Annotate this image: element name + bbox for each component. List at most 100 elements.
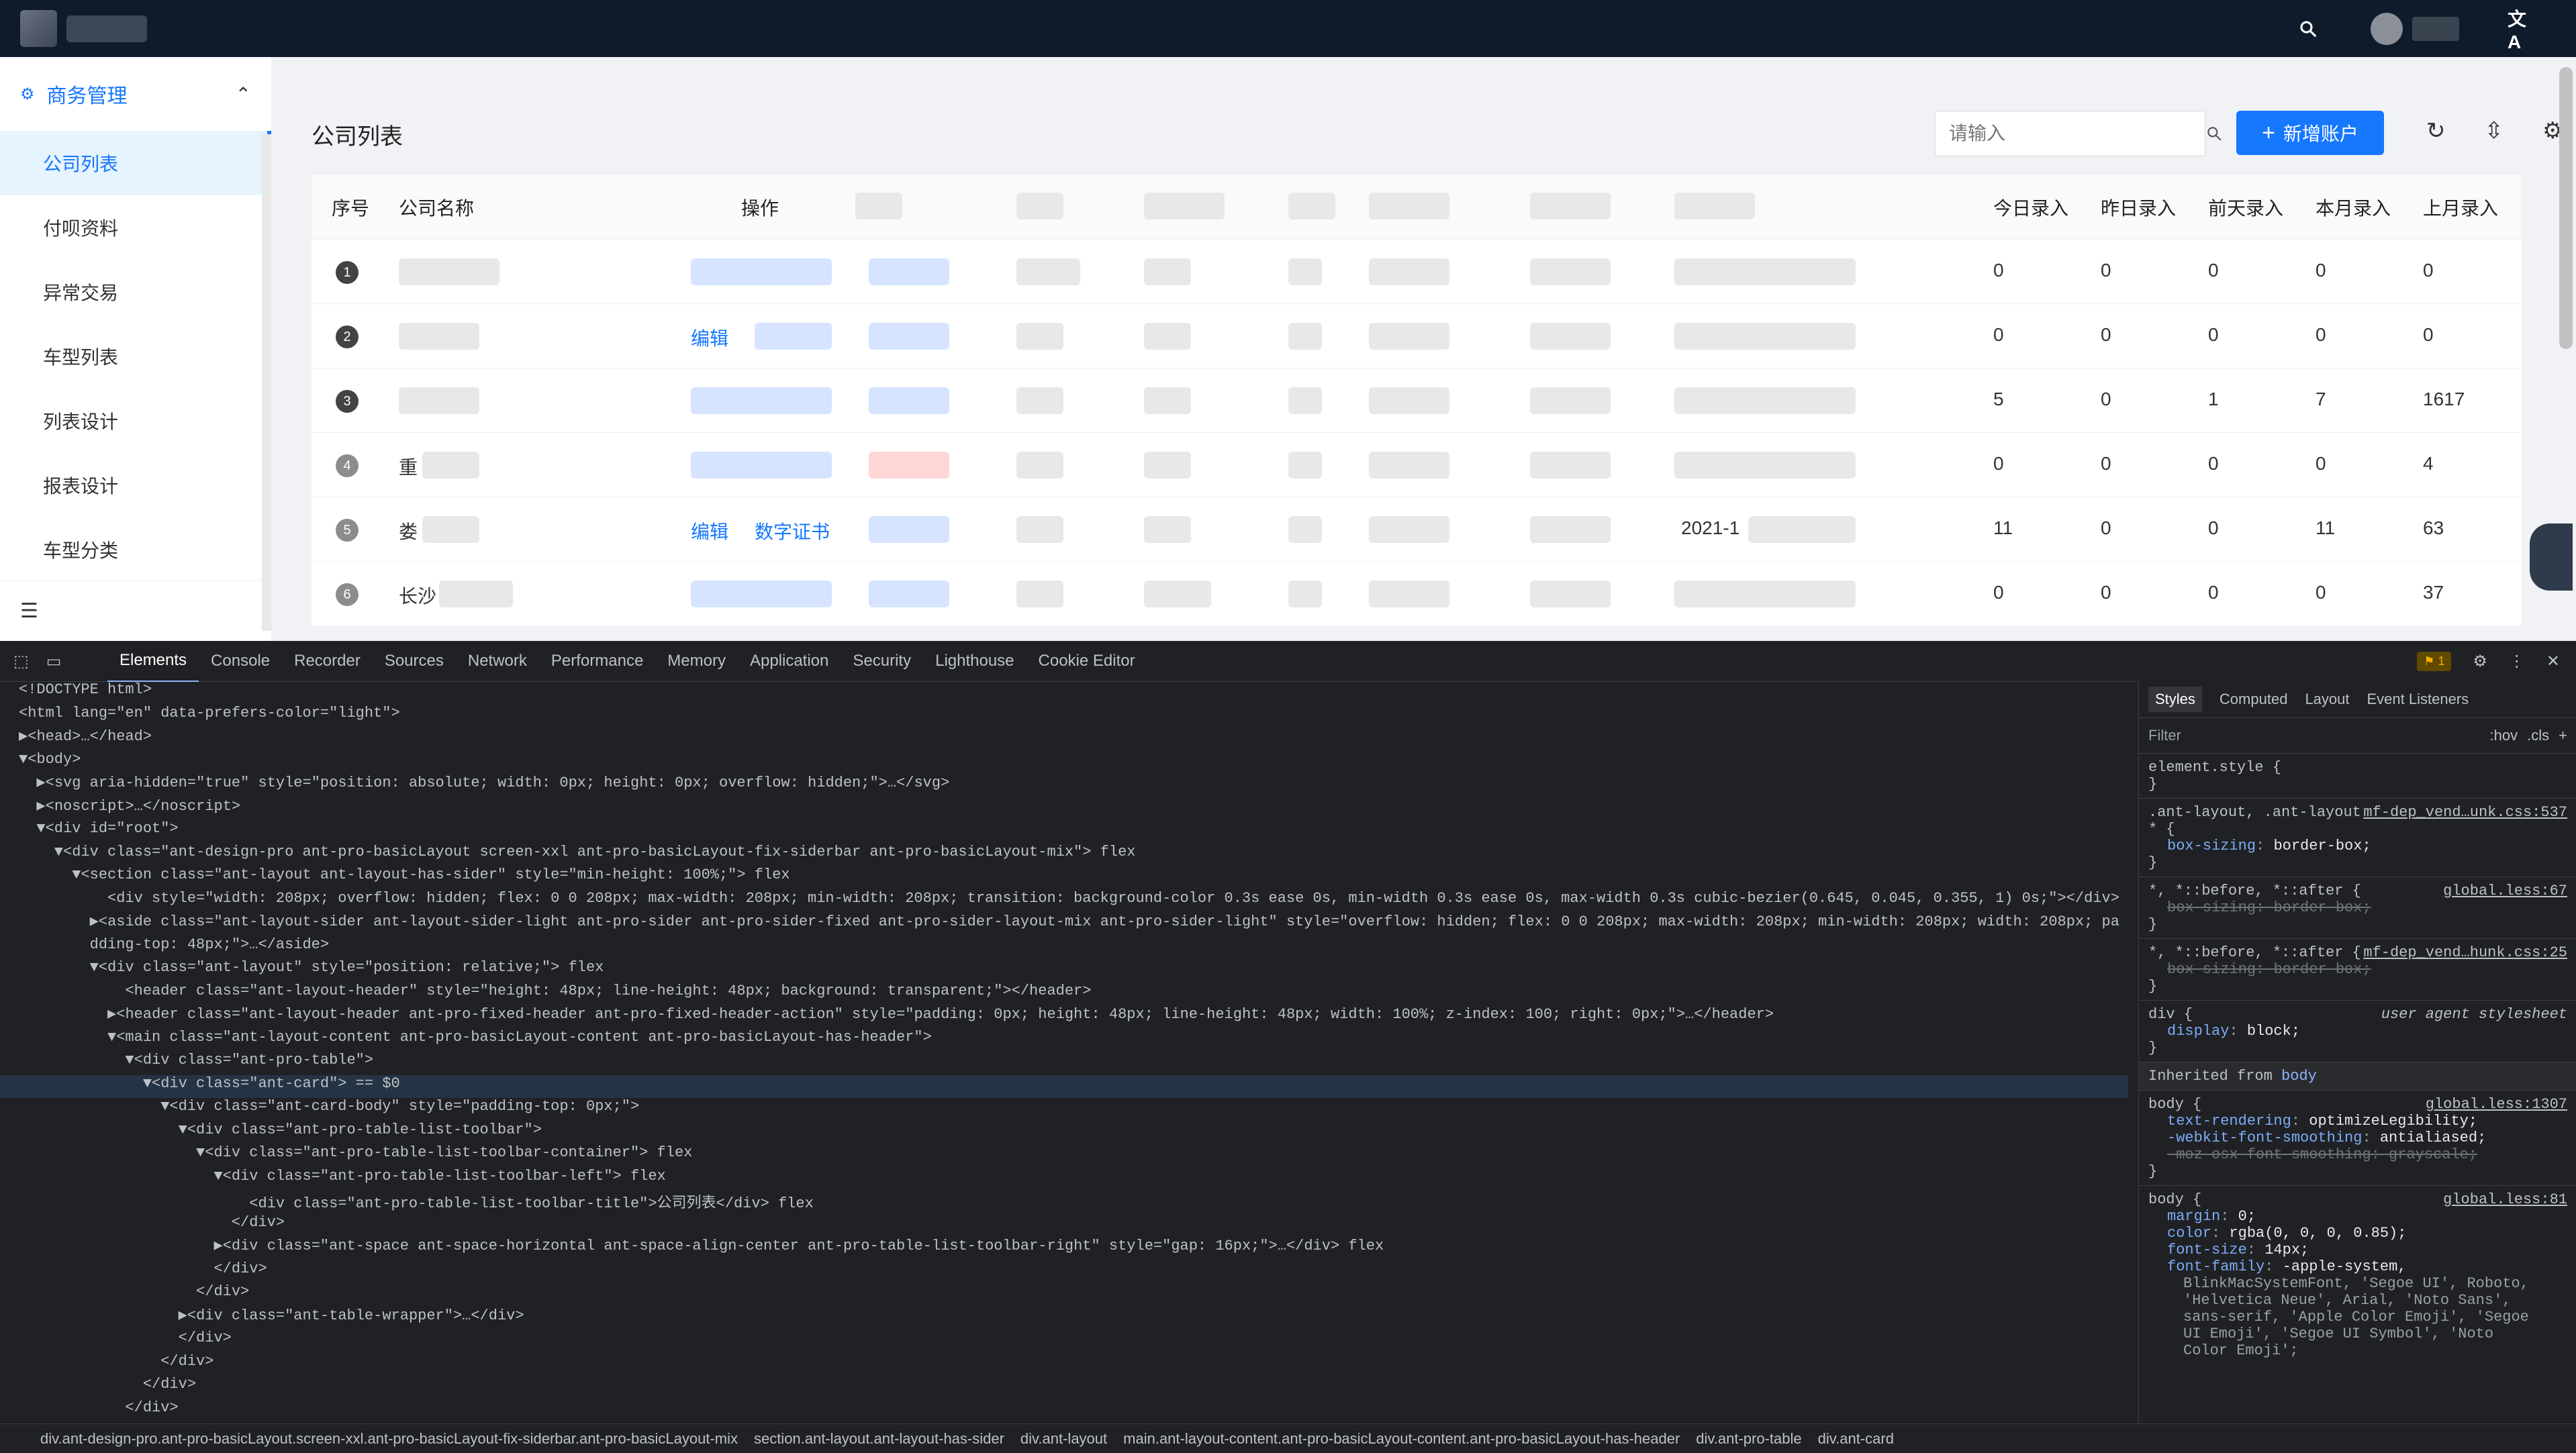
table-row[interactable]: 5 娄 编辑 数字证书 2021-1 11 0 0 11 63: [312, 497, 2522, 562]
sidebar-item-car-category[interactable]: 车型分类: [0, 517, 271, 582]
rule-prop[interactable]: color: rgba(0, 0, 0, 0.85);: [2148, 1225, 2567, 1242]
sidebar-item-car-models[interactable]: 车型列表: [0, 324, 271, 389]
rule-prop[interactable]: margin: 0;: [2148, 1208, 2567, 1225]
add-rule-icon[interactable]: +: [2559, 727, 2567, 744]
sidebar-scrollbar[interactable]: [262, 134, 271, 631]
code-line[interactable]: ▶<head>…</head>: [0, 728, 2128, 751]
tab-security[interactable]: Security: [841, 641, 923, 681]
tab-console[interactable]: Console: [199, 641, 282, 681]
tab-lighthouse[interactable]: Lighthouse: [923, 641, 1026, 681]
code-line[interactable]: </div>: [0, 1353, 2128, 1376]
rule-prop[interactable]: box-sizing: border-box;: [2148, 961, 2567, 978]
code-line[interactable]: ▼<div class="ant-pro-table">: [0, 1052, 2128, 1075]
settings-gear-icon[interactable]: ⚙: [2473, 652, 2487, 671]
inspect-icon[interactable]: ⬚: [13, 652, 29, 671]
code-line[interactable]: ▼<section class="ant-layout ant-layout-h…: [0, 866, 2128, 890]
rule-prop[interactable]: box-sizing: border-box;: [2148, 838, 2567, 854]
breadcrumb-item[interactable]: section.ant-layout.ant-layout-has-sider: [754, 1430, 1004, 1448]
tab-recorder[interactable]: Recorder: [282, 641, 373, 681]
code-line[interactable]: ▶<aside class="ant-layout-sider ant-layo…: [0, 913, 2128, 936]
code-line[interactable]: ▼<div class="ant-pro-table-list-toolbar-…: [0, 1144, 2128, 1168]
breadcrumb-item[interactable]: div.ant-card: [1818, 1430, 1894, 1448]
page-scrollbar-thumb[interactable]: [2559, 67, 2573, 349]
table-row[interactable]: 3 5 0 1 7 1617: [312, 368, 2522, 433]
sidebar-group-business[interactable]: ⚙ 商务管理 ⌃: [0, 57, 271, 131]
density-icon[interactable]: ⇳: [2485, 117, 2504, 144]
tab-performance[interactable]: Performance: [539, 641, 655, 681]
tab-sources[interactable]: Sources: [373, 641, 456, 681]
rule-prop[interactable]: -moz-osx-font-smoothing: grayscale;: [2148, 1146, 2567, 1163]
table-row[interactable]: 2 编辑 0 0 0 0 0: [312, 304, 2522, 368]
code-line[interactable]: dding-top: 48px;">…</aside>: [0, 936, 2128, 960]
rule-prop[interactable]: text-rendering: optimizeLegibility;: [2148, 1113, 2567, 1130]
code-line[interactable]: </div>: [0, 1260, 2128, 1284]
rule-source[interactable]: global.less:1307: [2426, 1096, 2567, 1113]
user-menu[interactable]: [2371, 12, 2459, 45]
tab-memory[interactable]: Memory: [655, 641, 738, 681]
code-line[interactable]: </div>: [0, 1214, 2128, 1238]
translate-icon[interactable]: 文A: [2508, 9, 2536, 52]
rule-prop[interactable]: font-size: 14px;: [2148, 1242, 2567, 1258]
floating-action-button[interactable]: [2530, 523, 2573, 591]
rule-selector[interactable]: element.style {: [2148, 759, 2567, 776]
brand[interactable]: [20, 10, 147, 47]
code-line[interactable]: ▶<header class="ant-layout-header ant-pr…: [0, 1005, 2128, 1029]
code-line[interactable]: </div>: [0, 1330, 2128, 1353]
code-line[interactable]: ▼<body>: [0, 751, 2128, 774]
reload-icon[interactable]: ↻: [2426, 117, 2446, 144]
styles-filter-input[interactable]: Filter: [2148, 727, 2481, 744]
breadcrumb-item[interactable]: main.ant-layout-content.ant-pro-basicLay…: [1123, 1430, 1680, 1448]
code-line[interactable]: </div>: [0, 1399, 2128, 1423]
tab-network[interactable]: Network: [456, 641, 539, 681]
tab-application[interactable]: Application: [738, 641, 841, 681]
search-icon[interactable]: [2205, 111, 2223, 156]
code-line[interactable]: <!DOCTYPE html>: [0, 681, 2128, 705]
certificate-link[interactable]: 数字证书: [755, 517, 830, 544]
breadcrumb-item[interactable]: div.ant-pro-table: [1696, 1430, 1801, 1448]
code-line[interactable]: ▶<div class="ant-space ant-space-horizon…: [0, 1237, 2128, 1260]
sidebar-item-report-design[interactable]: 报表设计: [0, 453, 271, 517]
code-line[interactable]: ▼<div id="root">: [0, 820, 2128, 844]
rule-source[interactable]: global.less:67: [2443, 883, 2567, 899]
hov-toggle[interactable]: :hov: [2490, 727, 2518, 744]
actions-blurred[interactable]: [691, 258, 832, 285]
inherited-from-link[interactable]: body: [2281, 1068, 2317, 1085]
rule-prop[interactable]: display: block;: [2148, 1023, 2567, 1040]
warning-badge[interactable]: ⚑ 1: [2417, 651, 2452, 671]
code-line[interactable]: <div style="width: 208px; overflow: hidd…: [0, 890, 2128, 913]
tab-styles[interactable]: Styles: [2148, 687, 2202, 712]
code-line-selected[interactable]: ▼<div class="ant-card"> == $0: [0, 1074, 2128, 1098]
code-line[interactable]: ▼<div class="ant-layout" style="position…: [0, 959, 2128, 983]
cls-toggle[interactable]: .cls: [2527, 727, 2549, 744]
sidebar-item-company-list[interactable]: 公司列表: [0, 131, 271, 195]
rule-prop[interactable]: box-sizing: border-box;: [2148, 899, 2567, 916]
rule-prop[interactable]: -webkit-font-smoothing: antialiased;: [2148, 1130, 2567, 1146]
tab-computed[interactable]: Computed: [2220, 691, 2288, 708]
tab-event-listeners[interactable]: Event Listeners: [2367, 691, 2469, 708]
edit-link[interactable]: 编辑: [691, 324, 728, 351]
rule-source[interactable]: global.less:81: [2443, 1191, 2567, 1208]
device-toolbar-icon[interactable]: ▭: [46, 652, 62, 671]
sidebar-item-list-design[interactable]: 列表设计: [0, 389, 271, 453]
tab-elements[interactable]: Elements: [107, 640, 199, 682]
tab-cookie-editor[interactable]: Cookie Editor: [1027, 641, 1147, 681]
rule-source[interactable]: mf-dep_vend…unk.css:537: [2363, 804, 2567, 821]
sidebar-item-fubei[interactable]: 付呗资料: [0, 195, 271, 260]
actions-blurred[interactable]: [691, 452, 832, 479]
sidebar-item-abnormal[interactable]: 异常交易: [0, 260, 271, 324]
code-line[interactable]: ▼<div class="ant-design-pro ant-pro-basi…: [0, 844, 2128, 867]
actions-blurred[interactable]: [755, 323, 832, 350]
add-account-button[interactable]: + 新增账户: [2236, 111, 2384, 155]
table-row[interactable]: 4 重 0 0 0 0 4: [312, 433, 2522, 497]
code-line[interactable]: ▼<main class="ant-layout-content ant-pro…: [0, 1029, 2128, 1052]
breadcrumb-item[interactable]: div.ant-layout: [1020, 1430, 1107, 1448]
actions-blurred[interactable]: [691, 581, 832, 607]
tab-layout[interactable]: Layout: [2305, 691, 2349, 708]
rule-source[interactable]: mf-dep_vend…hunk.css:25: [2363, 944, 2567, 961]
edit-link[interactable]: 编辑: [691, 517, 728, 544]
code-line[interactable]: ▼<div class="ant-pro-table-list-toolbar-…: [0, 1168, 2128, 1191]
code-line[interactable]: ▶<svg aria-hidden="true" style="position…: [0, 774, 2128, 797]
code-line[interactable]: <html lang="en" data-prefers-color="ligh…: [0, 705, 2128, 728]
code-line[interactable]: ▶<noscript>…</noscript>: [0, 797, 2128, 821]
search-input[interactable]: [1936, 111, 2205, 156]
